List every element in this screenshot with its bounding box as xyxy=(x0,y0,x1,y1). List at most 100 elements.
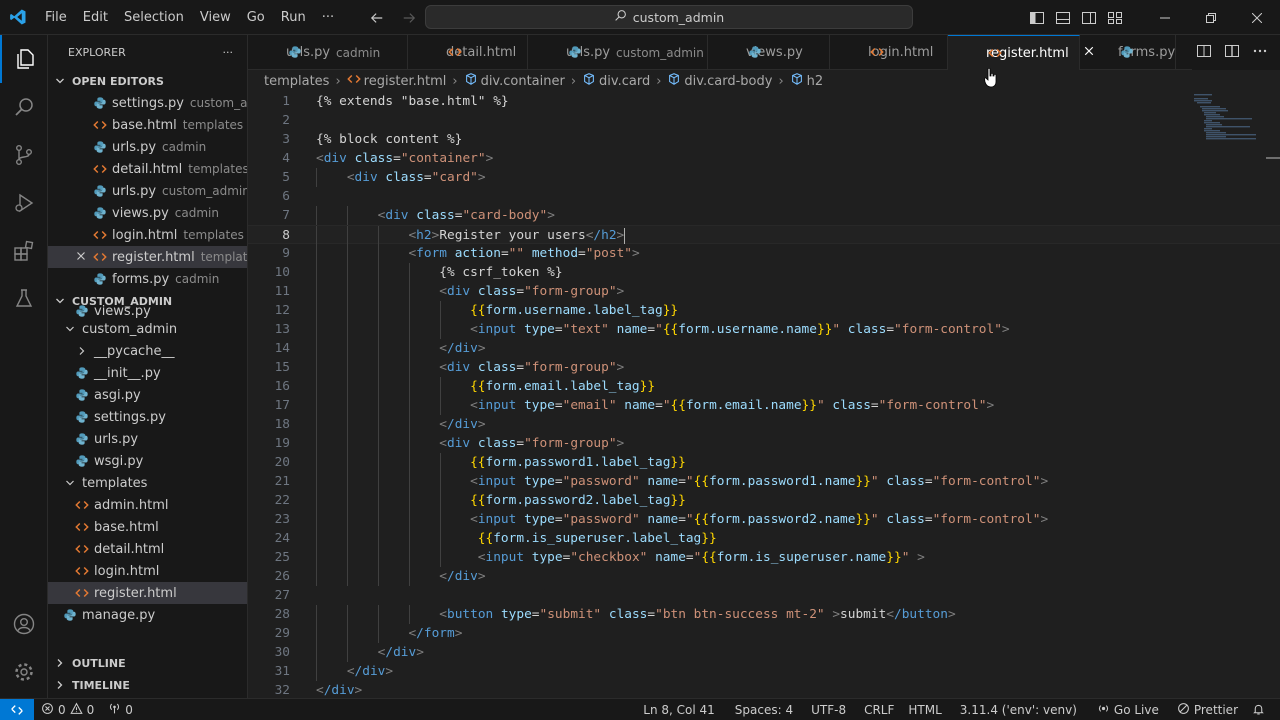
menu-run[interactable]: Run xyxy=(273,0,314,35)
breadcrumb-item[interactable]: register.html xyxy=(346,72,446,90)
tab-forms-py[interactable]: forms.py xyxy=(1080,35,1176,70)
code-line[interactable]: 17 <input type="email" name="{{form.emai… xyxy=(248,396,1280,415)
tree-file[interactable]: asgi.py xyxy=(48,384,247,406)
minimap[interactable] xyxy=(1192,92,1266,152)
tree-file[interactable]: admin.html xyxy=(48,494,247,516)
tree-file[interactable]: views.py xyxy=(48,304,247,318)
code-line[interactable]: 27 xyxy=(248,586,1280,605)
back-arrow-icon[interactable] xyxy=(366,7,388,29)
go-live-button[interactable]: Go Live xyxy=(1090,702,1166,718)
breadcrumb-item[interactable]: templates xyxy=(264,74,329,89)
tree-file[interactable]: urls.py xyxy=(48,428,247,450)
code-line[interactable]: 29 </form> xyxy=(248,624,1280,643)
code-line[interactable]: 9 <form action="" method="post"> xyxy=(248,244,1280,263)
menu-more[interactable]: ··· xyxy=(314,0,342,35)
close-icon[interactable] xyxy=(74,249,88,267)
python-interpreter[interactable]: 3.11.4 ('env': venv) xyxy=(953,703,1084,717)
code-line[interactable]: 8 <h2>Register your users</h2> xyxy=(248,225,1280,245)
source-control-icon[interactable] xyxy=(0,131,48,179)
tree-file[interactable]: register.html xyxy=(48,582,247,604)
code-line[interactable]: 15 <div class="form-group"> xyxy=(248,358,1280,377)
outline-section[interactable]: OUTLINE xyxy=(48,652,247,674)
open-editor-item[interactable]: views.py cadmin xyxy=(48,202,247,224)
settings-gear-icon[interactable] xyxy=(0,648,48,696)
open-editor-item[interactable]: forms.py cadmin xyxy=(48,268,247,290)
code-line[interactable]: 13 <input type="text" name="{{form.usern… xyxy=(248,320,1280,339)
tab-urls-py[interactable]: urls.py cadmin xyxy=(248,35,408,70)
code-line[interactable]: 20 {{form.password1.label_tag}} xyxy=(248,453,1280,472)
toggle-secondary-sidebar-icon[interactable] xyxy=(1076,0,1102,35)
explorer-icon[interactable] xyxy=(0,35,48,83)
menu-go[interactable]: Go xyxy=(239,0,273,35)
tree-file[interactable]: wsgi.py xyxy=(48,450,247,472)
account-icon[interactable] xyxy=(0,600,48,648)
code-editor[interactable]: 1 {% extends "base.html" %} 2 3 {% block con… xyxy=(248,92,1280,698)
tab-detail-html[interactable]: detail.html xyxy=(408,35,528,70)
code-line[interactable]: 32 </div> xyxy=(248,681,1280,698)
split-editor-icon[interactable] xyxy=(1224,43,1240,63)
close-window-icon[interactable] xyxy=(1234,0,1280,35)
breadcrumb-item[interactable]: h2 xyxy=(790,72,823,90)
code-line[interactable]: 31 </div> xyxy=(248,662,1280,681)
code-line[interactable]: 7 <div class="card-body"> xyxy=(248,206,1280,225)
open-editor-item[interactable]: base.html templates xyxy=(48,114,247,136)
remote-indicator-icon[interactable] xyxy=(0,698,34,720)
tab-login-html[interactable]: login.html xyxy=(830,35,948,70)
editor-scrollbar[interactable] xyxy=(1266,157,1280,159)
problems-indicator[interactable]: 0 0 xyxy=(34,702,101,718)
timeline-section[interactable]: TIMELINE xyxy=(48,674,247,696)
open-editors-section[interactable]: OPEN EDITORS xyxy=(48,70,247,92)
indentation[interactable]: Spaces: 4 xyxy=(728,703,800,717)
encoding[interactable]: UTF-8 xyxy=(804,703,853,717)
code-line[interactable]: 28 <button type="submit" class="btn btn-… xyxy=(248,605,1280,624)
code-line[interactable]: 5 <div class="card"> xyxy=(248,168,1280,187)
code-line[interactable]: 14 </div> xyxy=(248,339,1280,358)
code-line[interactable]: 22 {{form.password2.label_tag}} xyxy=(248,491,1280,510)
menu-edit[interactable]: Edit xyxy=(75,0,116,35)
tree-file[interactable]: login.html xyxy=(48,560,247,582)
code-line[interactable]: 23 <input type="password" name="{{form.p… xyxy=(248,510,1280,529)
tree-file[interactable]: detail.html xyxy=(48,538,247,560)
tree-folder[interactable]: custom_admin xyxy=(48,318,247,340)
open-changes-icon[interactable] xyxy=(1196,43,1212,63)
code-line[interactable]: 19 <div class="form-group"> xyxy=(248,434,1280,453)
code-line[interactable]: 12 {{form.username.label_tag}} xyxy=(248,301,1280,320)
code-line[interactable]: 21 <input type="password" name="{{form.p… xyxy=(248,472,1280,491)
code-line[interactable]: 26 </div> xyxy=(248,567,1280,586)
code-line[interactable]: 30 </div> xyxy=(248,643,1280,662)
extensions-icon[interactable] xyxy=(0,227,48,275)
tree-folder[interactable]: __pycache__ xyxy=(48,340,247,362)
tree-file[interactable]: __init__.py xyxy=(48,362,247,384)
line-ending[interactable]: CRLF xyxy=(857,703,901,717)
breadcrumb-item[interactable]: div.card xyxy=(582,72,650,90)
tab-urls-py[interactable]: urls.py custom_admin xyxy=(528,35,708,70)
toggle-panel-icon[interactable] xyxy=(1050,0,1076,35)
code-line[interactable]: 3 {% block content %} xyxy=(248,130,1280,149)
code-line[interactable]: 18 </div> xyxy=(248,415,1280,434)
code-line[interactable]: 24 {{form.is_superuser.label_tag}} xyxy=(248,529,1280,548)
open-editor-item[interactable]: urls.py custom_admin xyxy=(48,180,247,202)
open-editor-item[interactable]: settings.py custom_ad... xyxy=(48,92,247,114)
menu-file[interactable]: File xyxy=(37,0,75,35)
ports-indicator[interactable]: 0 xyxy=(101,702,140,718)
tree-folder[interactable]: templates xyxy=(48,472,247,494)
code-line[interactable]: 25 <input type="checkbox" name="{{form.i… xyxy=(248,548,1280,567)
breadcrumb-item[interactable]: div.container xyxy=(464,72,565,90)
more-actions-icon[interactable] xyxy=(1252,43,1268,63)
code-line[interactable]: 1 {% extends "base.html" %} xyxy=(248,92,1280,111)
customize-layout-icon[interactable] xyxy=(1102,0,1128,35)
code-line[interactable]: 2 xyxy=(248,111,1280,130)
search-sidebar-icon[interactable] xyxy=(0,83,48,131)
code-line[interactable]: 11 <div class="form-group"> xyxy=(248,282,1280,301)
minimize-icon[interactable] xyxy=(1142,0,1188,35)
notifications-bell-icon[interactable] xyxy=(1245,703,1272,716)
cursor-position[interactable]: Ln 8, Col 41 xyxy=(636,703,722,717)
testing-flask-icon[interactable] xyxy=(0,275,48,323)
tree-file[interactable]: manage.py xyxy=(48,604,247,626)
tab-register-html[interactable]: register.html xyxy=(948,35,1093,70)
toggle-primary-sidebar-icon[interactable] xyxy=(1024,0,1050,35)
tree-file[interactable]: base.html xyxy=(48,516,247,538)
language-mode[interactable]: HTML xyxy=(901,703,948,717)
tree-file[interactable]: settings.py xyxy=(48,406,247,428)
menu-view[interactable]: View xyxy=(192,0,239,35)
